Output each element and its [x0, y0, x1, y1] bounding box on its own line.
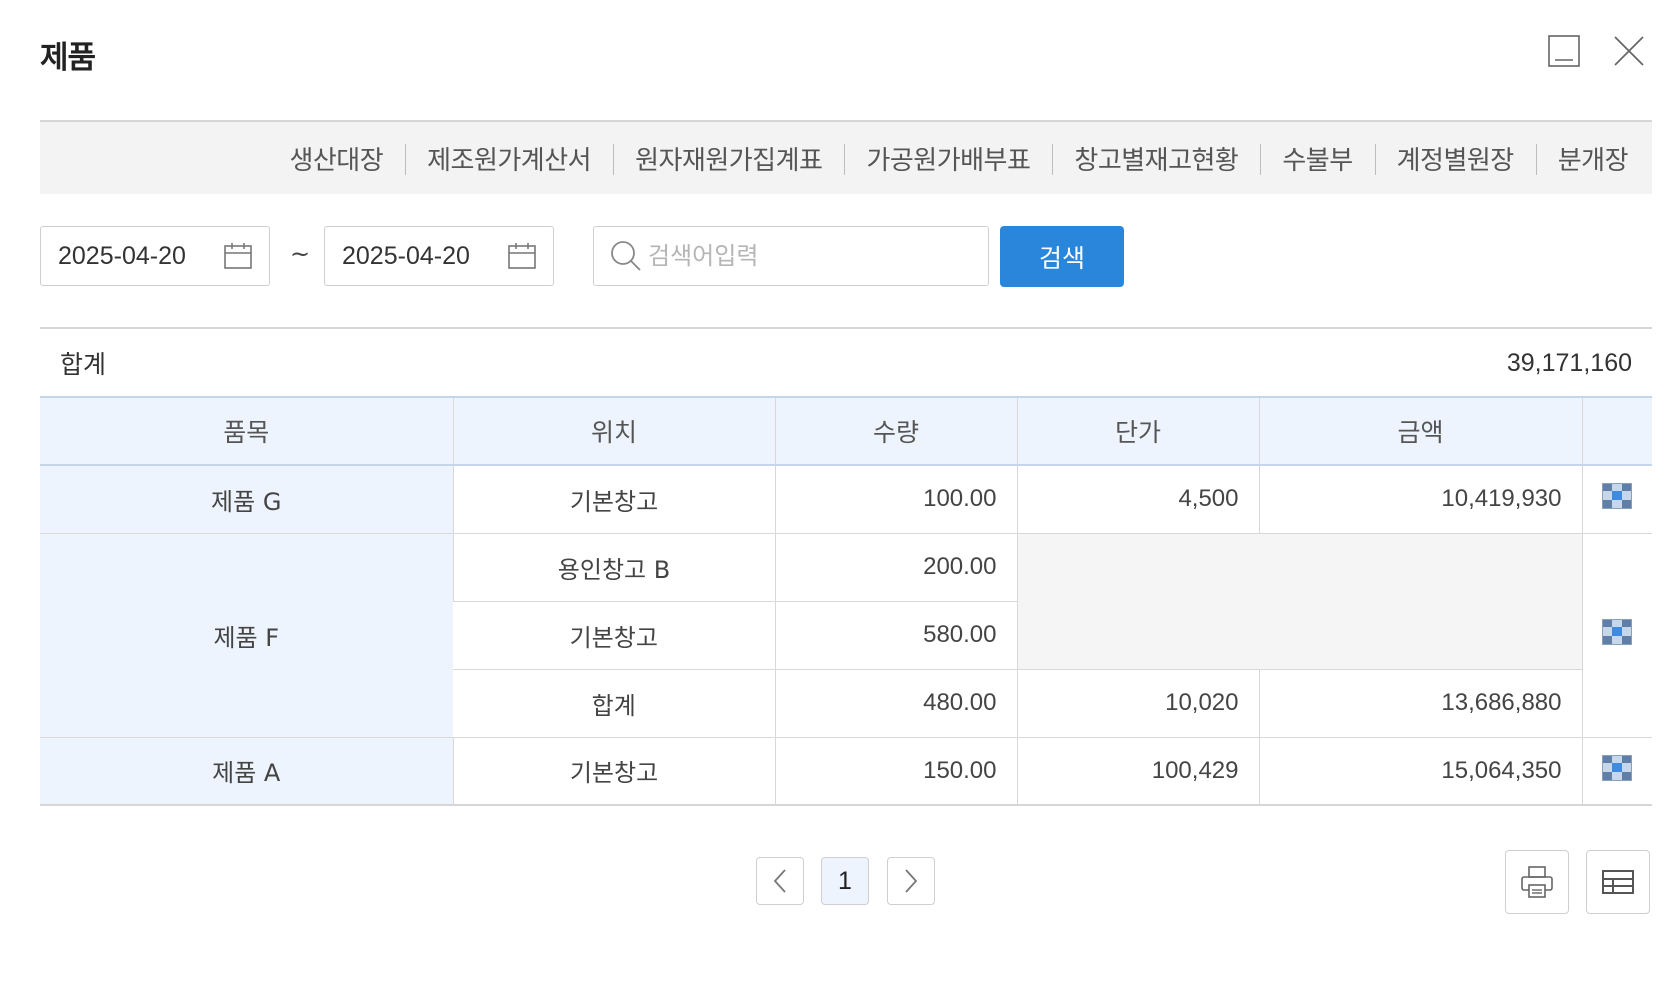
total-summary-row: 합계 39,171,160: [40, 327, 1652, 397]
quantity: 200.00: [774, 532, 1017, 602]
date-to-value: 2025-04-20: [342, 241, 470, 270]
next-page-button[interactable]: [887, 857, 935, 905]
column-header-action: [1581, 396, 1652, 466]
detail-cell: [1581, 464, 1652, 534]
detail-cell: [1581, 736, 1652, 806]
unit-price: 10,020: [1016, 668, 1259, 738]
quantity: 580.00: [774, 600, 1017, 670]
table-header-row: 품목 위치 수량 단가 금액: [40, 396, 1652, 466]
date-to-picker[interactable]: 2025-04-20: [324, 226, 554, 286]
tab-inventory-by-warehouse[interactable]: 창고별재고현황: [1052, 140, 1260, 177]
item-name: 제품 A: [40, 736, 453, 806]
close-icon: [1614, 36, 1644, 66]
tab-raw-material-cost-summary[interactable]: 원자재원가집계표: [613, 140, 844, 177]
column-header-item[interactable]: 품목: [40, 396, 453, 466]
search-input[interactable]: [648, 242, 968, 270]
chevron-left-icon: [773, 869, 786, 893]
chevron-right-icon: [905, 869, 918, 893]
table-layout-icon: [1602, 870, 1634, 894]
location: 용인창고 B: [452, 532, 775, 602]
total-value: 39,171,160: [1506, 348, 1632, 377]
item-name: 제품 F: [40, 532, 453, 738]
quantity: 150.00: [774, 736, 1017, 806]
inventory-table: 품목 위치 수량 단가 금액 제품 G 기본창고 100.00 4,500 10…: [40, 396, 1652, 806]
amount: 15,064,350: [1258, 736, 1582, 806]
minimize-icon: [1548, 35, 1580, 67]
tab-receipts-and-payments[interactable]: 수불부: [1260, 140, 1374, 177]
grid-detail-icon[interactable]: [1602, 483, 1633, 510]
date-from-picker[interactable]: 2025-04-20: [40, 226, 270, 286]
tab-production-ledger[interactable]: 생산대장: [267, 140, 405, 177]
search-field[interactable]: [593, 226, 989, 286]
minimize-button[interactable]: [1547, 34, 1581, 68]
location: 합계: [453, 668, 775, 738]
detail-cell: [1581, 532, 1652, 738]
page-number-current[interactable]: 1: [821, 857, 869, 905]
tab-processing-cost-allocation[interactable]: 가공원가배부표: [844, 140, 1052, 177]
calendar-icon: [508, 243, 536, 269]
unit-price: 100,429: [1016, 736, 1259, 806]
search-icon: [611, 241, 641, 271]
table-row: 제품 A 기본창고 150.00 100,429 15,064,350: [40, 736, 1652, 806]
tab-journal[interactable]: 분개장: [1535, 140, 1629, 177]
item-name: 제품 G: [40, 464, 453, 534]
print-button[interactable]: [1505, 850, 1569, 914]
table-row: 제품 G 기본창고 100.00 4,500 10,419,930: [40, 464, 1652, 534]
close-button[interactable]: [1612, 34, 1646, 68]
amount: 10,419,930: [1258, 464, 1582, 534]
search-button[interactable]: 검색: [1000, 226, 1124, 287]
table-layout-button[interactable]: [1586, 850, 1650, 914]
date-from-value: 2025-04-20: [58, 241, 186, 270]
window-title: 제품: [40, 40, 96, 76]
column-header-quantity[interactable]: 수량: [774, 396, 1017, 466]
location: 기본창고: [452, 464, 775, 534]
location: 기본창고: [452, 736, 775, 806]
grid-detail-icon[interactable]: [1602, 754, 1633, 781]
report-tab-bar: 생산대장 제조원가계산서 원자재원가집계표 가공원가배부표 창고별재고현황 수불…: [40, 120, 1652, 194]
table-row: 제품 F 용인창고 B 200.00: [40, 532, 1652, 738]
amount: 13,686,880: [1258, 668, 1582, 738]
prev-page-button[interactable]: [756, 857, 804, 905]
location: 기본창고: [453, 600, 775, 670]
quantity: 480.00: [774, 668, 1017, 738]
tab-account-ledger[interactable]: 계정별원장: [1374, 140, 1536, 177]
column-header-location[interactable]: 위치: [452, 396, 775, 466]
tab-manufacturing-cost-statement[interactable]: 제조원가계산서: [405, 140, 613, 177]
calendar-icon: [224, 243, 252, 269]
total-label: 합계: [60, 350, 107, 379]
date-range-separator: ~: [290, 240, 311, 268]
column-header-amount[interactable]: 금액: [1258, 396, 1582, 466]
grid-detail-icon[interactable]: [1602, 619, 1633, 645]
empty-price-cell: [1016, 532, 1582, 670]
quantity: 100.00: [774, 464, 1017, 534]
unit-price: 4,500: [1016, 464, 1259, 534]
printer-icon: [1521, 866, 1553, 898]
column-header-unit-price[interactable]: 단가: [1016, 396, 1259, 466]
